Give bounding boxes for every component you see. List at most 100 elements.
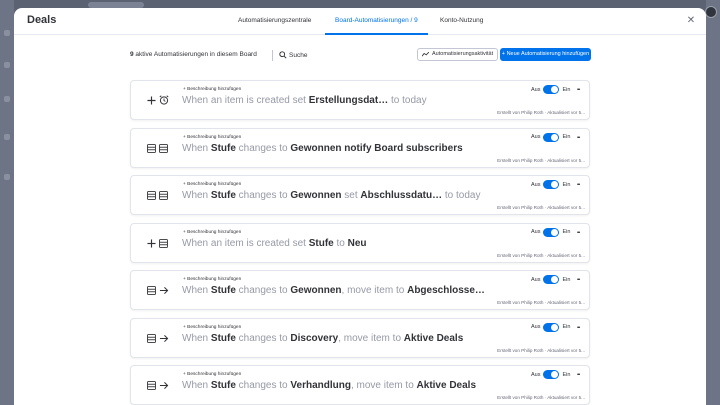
active-automations-count: 9 aktive Automatisierungen in diesem Boa… — [130, 51, 257, 58]
automation-recipe[interactable]: When an item is created set Stufe to Neu — [182, 238, 367, 249]
recipe-keyword: notify — [341, 142, 375, 154]
more-options-icon[interactable]: ••• — [577, 277, 580, 283]
recipe-text: , move item to — [350, 380, 417, 391]
status-toggle[interactable] — [543, 275, 560, 284]
background-nav-icon — [4, 96, 10, 102]
status-toggle[interactable] — [543, 322, 560, 332]
automation-card[interactable]: + Beschreibung hinzufügen When Stufe chan… — [130, 317, 590, 358]
recipe-keyword: Gewonnen — [290, 190, 342, 201]
automation-icons — [147, 286, 169, 296]
automations-modal: Deals Automatisierungszentrale Board-Aut… — [14, 8, 706, 405]
more-options-icon[interactable]: ••• — [577, 87, 580, 93]
activity-chart-icon — [422, 52, 429, 57]
recipe-keyword: Stufe — [210, 190, 236, 201]
status-toggle[interactable] — [543, 85, 560, 94]
automation-recipe[interactable]: When Stufe changes to Verhandlung, move … — [182, 380, 476, 391]
automation-card[interactable]: + Beschreibung hinzufügen When an item is… — [130, 80, 590, 120]
add-description-link[interactable]: + Beschreibung hinzufügen — [183, 277, 241, 282]
close-icon[interactable]: ✕ — [686, 16, 696, 26]
recipe-keyword: Stufe — [210, 380, 236, 391]
tab-automation-center[interactable]: Automatisierungszentrale — [238, 17, 311, 35]
add-description-link[interactable]: + Beschreibung hinzufügen — [183, 182, 241, 187]
toggle-on-label: Ein — [562, 371, 571, 378]
background-nav-icon — [4, 174, 10, 180]
status-toggle[interactable] — [543, 370, 560, 379]
automation-card[interactable]: + Beschreibung hinzufügen When an item is… — [130, 222, 590, 263]
automations-toolbar: 9 aktive Automatisierungen in diesem Boa… — [130, 48, 591, 63]
recipe-text: When — [182, 285, 211, 296]
status-toggle-group: Aus Ein — [531, 370, 570, 379]
automation-card[interactable]: + Beschreibung hinzufügen When Stufe chan… — [130, 270, 590, 310]
divider — [272, 50, 273, 61]
board-icon — [159, 187, 168, 205]
automation-card[interactable]: + Beschreibung hinzufügen When Stufe chan… — [130, 175, 590, 215]
board-icon — [147, 330, 156, 348]
alarm-clock-icon — [159, 92, 169, 110]
add-description-link[interactable]: + Beschreibung hinzufügen — [183, 87, 241, 92]
automation-recipe[interactable]: When Stufe changes to Gewonnen, move ite… — [182, 285, 485, 296]
status-toggle-group: Aus Ein — [531, 180, 570, 189]
recipe-text: When — [182, 332, 211, 344]
recipe-text: When — [182, 142, 211, 154]
add-automation-button[interactable]: + Neue Automatisierung hinzufügen — [500, 48, 591, 61]
add-description-link[interactable]: + Beschreibung hinzufügen — [183, 230, 241, 235]
status-toggle-group: Aus Ein — [531, 132, 570, 142]
background-sidebar — [0, 0, 14, 405]
background-nav-icon — [4, 62, 10, 68]
board-icon — [159, 140, 168, 158]
plus-icon — [147, 92, 156, 110]
recipe-text: changes to — [235, 285, 291, 296]
more-options-icon[interactable]: ••• — [577, 372, 580, 378]
status-toggle-group: Aus Ein — [531, 322, 571, 332]
toggle-off-label: Aus — [531, 229, 541, 235]
recipe-text: When an item is created set — [182, 237, 309, 249]
search-label: Suche — [289, 51, 308, 59]
recipe-text: changes to — [235, 380, 291, 391]
recipe-keyword: Abschlussdatu… — [360, 190, 443, 201]
toggle-on-label: Ein — [562, 276, 571, 283]
toggle-on-label: Ein — [562, 324, 571, 330]
toggle-off-label: Aus — [531, 86, 541, 93]
activity-label: Automatisierungsaktivität — [432, 51, 494, 57]
automation-recipe[interactable]: When an item is created set Erstellungsd… — [182, 95, 427, 106]
tab-board-automations[interactable]: Board-Automatisierungen / 9 — [325, 17, 428, 35]
status-toggle-group: Aus Ein — [531, 275, 570, 284]
automation-recipe[interactable]: When Stufe changes to Discovery, move it… — [182, 333, 463, 344]
board-icon — [147, 140, 156, 158]
tab-account-usage[interactable]: Konto-Nutzung — [440, 17, 483, 35]
add-description-link[interactable]: + Beschreibung hinzufügen — [183, 135, 241, 140]
toggle-off-label: Aus — [531, 371, 541, 378]
recipe-keyword: Abgeschlosse… — [407, 285, 485, 296]
background-nav-icon — [4, 30, 10, 36]
board-icon — [147, 282, 156, 300]
board-icon — [147, 187, 156, 205]
automation-activity-button[interactable]: Automatisierungsaktivität — [417, 48, 499, 61]
recipe-keyword: Discovery — [290, 332, 339, 344]
automation-icons — [147, 95, 169, 106]
automation-icons — [147, 238, 169, 249]
plus-icon — [147, 235, 156, 253]
toggle-off-label: Aus — [531, 324, 541, 330]
more-options-icon[interactable]: ••• — [577, 325, 580, 331]
avatar[interactable] — [705, 6, 717, 18]
more-options-icon[interactable]: ••• — [577, 230, 580, 236]
status-toggle[interactable] — [543, 180, 560, 189]
automation-recipe[interactable]: When Stufe changes to Gewonnen notify Bo… — [182, 143, 463, 154]
automation-card[interactable]: + Beschreibung hinzufügen When Stufe chan… — [130, 127, 590, 168]
search-button[interactable]: Suche — [279, 51, 307, 59]
recipe-text: , move item to — [341, 285, 408, 296]
recipe-text: changes to — [235, 142, 291, 154]
recipe-text: changes to — [235, 332, 291, 344]
recipe-text: changes to — [235, 190, 291, 201]
more-options-icon[interactable]: ••• — [577, 135, 580, 141]
recipe-keyword: Aktive Deals — [416, 380, 477, 391]
status-toggle[interactable] — [543, 132, 560, 142]
automation-card[interactable]: + Beschreibung hinzufügen When Stufe chan… — [130, 365, 590, 405]
status-toggle[interactable] — [543, 227, 560, 237]
add-description-link[interactable]: + Beschreibung hinzufügen — [183, 325, 241, 330]
add-description-link[interactable]: + Beschreibung hinzufügen — [183, 372, 241, 377]
recipe-text: to today — [388, 95, 427, 106]
automation-recipe[interactable]: When Stufe changes to Gewonnen set Absch… — [182, 190, 480, 201]
search-icon — [279, 51, 287, 59]
more-options-icon[interactable]: ••• — [577, 182, 580, 188]
